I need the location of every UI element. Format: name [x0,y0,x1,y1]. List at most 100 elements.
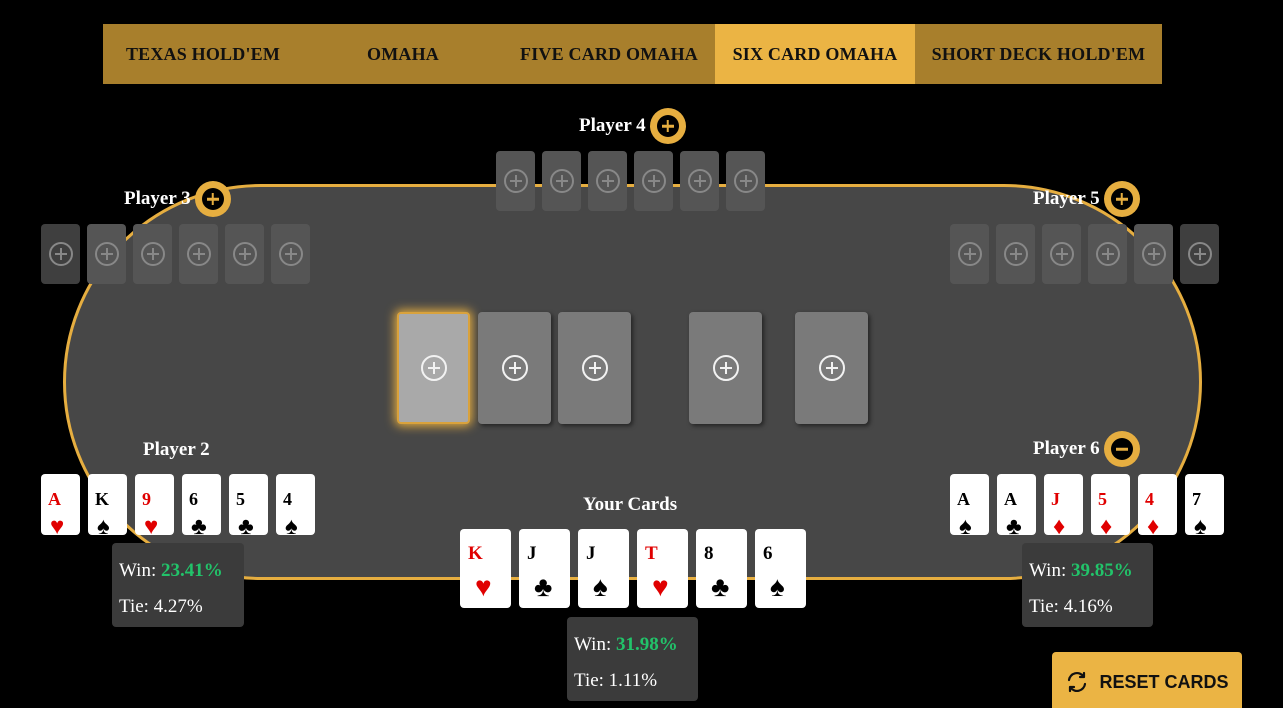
plus-icon [201,188,224,210]
card-suit-icon: ♥ [50,514,65,535]
card-slot[interactable] [1180,224,1219,284]
card-suit-icon: ♠ [770,572,785,603]
playing-card[interactable]: 6 ♠ [755,529,806,608]
card-slot[interactable] [179,224,218,284]
turn-slot[interactable] [689,312,762,424]
card-slot[interactable] [271,224,310,284]
card-suit-icon: ♥ [475,572,492,603]
card-slot[interactable] [950,224,989,284]
card-suit-icon: ♣ [191,514,207,535]
card-rank: 6 [763,543,773,564]
flop-slot-2[interactable] [478,312,551,424]
player-2-hand: A ♥ K ♠ 9 ♥ 6 ♣ 5 ♣ 4 ♠ [41,474,323,535]
card-suit-icon: ♣ [238,514,254,535]
tie-line: Tie: 4.16% [1029,596,1113,617]
playing-card[interactable]: 5 ♣ [229,474,268,535]
card-suit-icon: ♠ [285,514,298,535]
card-rank: 5 [1098,489,1107,509]
plus-circle-icon [232,242,257,266]
card-slot[interactable] [1134,224,1173,284]
playing-card[interactable]: J ♣ [519,529,570,608]
playing-card[interactable]: A ♣ [997,474,1036,535]
playing-card[interactable]: A ♥ [41,474,80,535]
card-slot[interactable] [634,151,673,211]
win-line: Win: 31.98% [574,627,691,663]
win-label: Win: [574,634,612,655]
card-slot[interactable] [496,151,535,211]
card-slot[interactable] [1088,224,1127,284]
player-6-remove-button[interactable] [1103,431,1140,467]
playing-card[interactable]: 9 ♥ [135,474,174,535]
tab-omaha[interactable]: OMAHA [303,24,503,84]
reset-cards-button[interactable]: RESET CARDS [1052,652,1242,708]
card-slot[interactable] [996,224,1035,284]
card-slot[interactable] [1042,224,1081,284]
plus-icon [656,115,679,137]
card-rank: K [468,543,483,564]
card-suit-icon: ♥ [144,514,159,535]
card-rank: 4 [283,489,292,509]
tie-line: Tie: 1.11% [574,670,658,691]
card-slot[interactable] [225,224,264,284]
playing-card[interactable]: 7 ♠ [1185,474,1224,535]
playing-card[interactable]: 6 ♣ [182,474,221,535]
tab-texas-holdem[interactable]: TEXAS HOLD'EM [103,24,303,84]
playing-card[interactable]: K ♠ [88,474,127,535]
playing-card[interactable]: J ♦ [1044,474,1083,535]
card-slot[interactable] [87,224,126,284]
card-slot[interactable] [133,224,172,284]
your-hand: K ♥ J ♣ J ♠ T ♥ 8 ♣ 6 ♠ [460,529,814,608]
plus-icon [1110,188,1133,210]
river-slot[interactable] [795,312,868,424]
tab-short-deck-holdem[interactable]: SHORT DECK HOLD'EM [915,24,1162,84]
plus-circle-icon [278,242,303,266]
player-5-add-button[interactable] [1103,181,1140,217]
card-slot[interactable] [680,151,719,211]
flop-slot-3[interactable] [558,312,631,424]
playing-card[interactable]: 8 ♣ [696,529,747,608]
card-suit-icon: ♦ [1053,514,1066,535]
card-slot[interactable] [588,151,627,211]
plus-circle-icon [712,355,739,381]
win-label: Win: [1029,560,1067,581]
flop-slot-1[interactable] [397,312,470,424]
plus-circle-icon [687,169,712,193]
playing-card[interactable]: A ♠ [950,474,989,535]
card-slot[interactable] [726,151,765,211]
win-percentage: 23.41% [160,560,223,581]
card-rank: 9 [142,489,151,509]
playing-card[interactable]: T ♥ [637,529,688,608]
playing-card[interactable]: 4 ♠ [276,474,315,535]
player-3-add-button[interactable] [194,181,231,217]
player-2-stats: Win: 23.41% Tie: 4.27% [112,543,244,627]
playing-card[interactable]: 5 ♦ [1091,474,1130,535]
plus-circle-icon [140,242,165,266]
tab-six-card-omaha[interactable]: SIX CARD OMAHA [715,24,915,84]
plus-circle-icon [581,355,608,381]
player-6-hand: A ♠ A ♣ J ♦ 5 ♦ 4 ♦ 7 ♠ [950,474,1232,535]
player-4-add-button[interactable] [649,108,686,144]
card-slot[interactable] [41,224,80,284]
playing-card[interactable]: 4 ♦ [1138,474,1177,535]
reset-cards-label: RESET CARDS [1099,671,1229,692]
plus-circle-icon [818,355,845,381]
card-suit-icon: ♦ [1100,514,1113,535]
plus-circle-icon [733,169,758,193]
tab-five-card-omaha[interactable]: FIVE CARD OMAHA [503,24,715,84]
card-rank: J [527,543,537,564]
card-rank: K [95,489,110,509]
playing-card[interactable]: K ♥ [460,529,511,608]
player-3-header: Player 3 [124,181,231,217]
game-type-tabs: TEXAS HOLD'EM OMAHA FIVE CARD OMAHA SIX … [103,24,1162,84]
card-suit-icon: ♠ [1194,514,1207,535]
card-slot[interactable] [542,151,581,211]
player-6-stats: Win: 39.85% Tie: 4.16% [1022,543,1153,627]
refresh-icon [1068,671,1087,693]
minus-icon [1110,438,1133,460]
plus-circle-icon [420,355,447,381]
player-4-label: Player 4 [579,115,646,136]
plus-circle-icon [1049,242,1074,266]
win-percentage: 39.85% [1070,560,1133,581]
player-6-header: Player 6 [1033,431,1140,467]
playing-card[interactable]: J ♠ [578,529,629,608]
